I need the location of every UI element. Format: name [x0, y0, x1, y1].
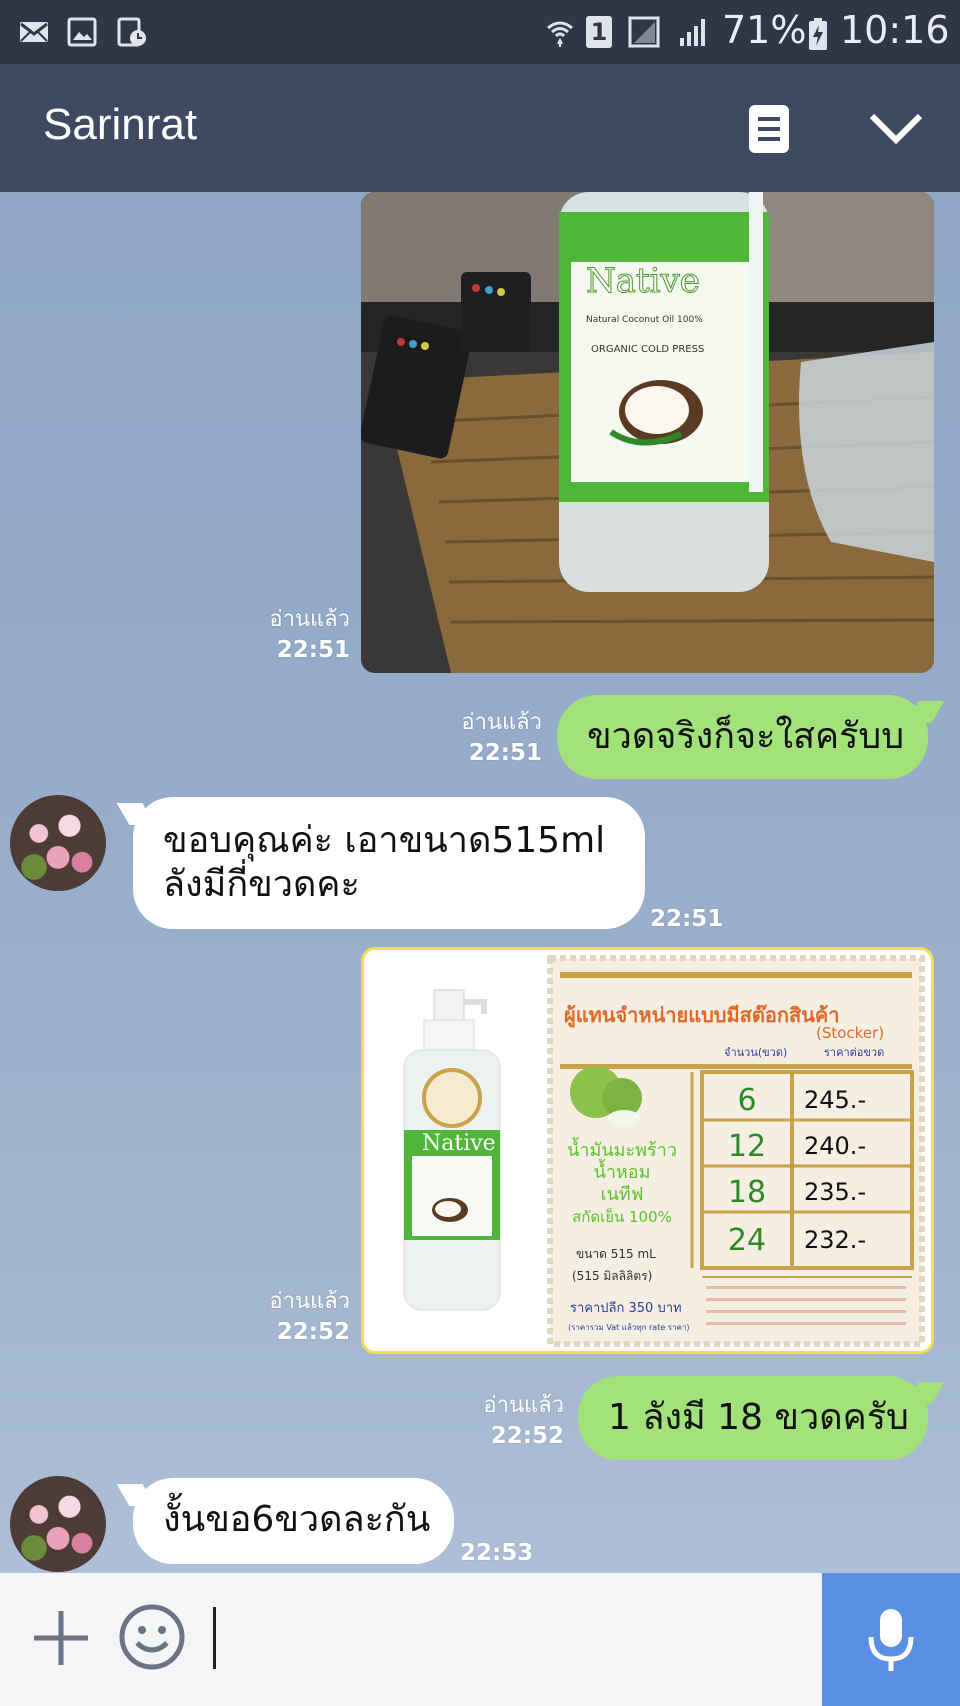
- status-bar: 1 71% 10:16: [0, 0, 960, 64]
- battery-charging-icon: [809, 18, 827, 50]
- message-text-line2: ลังมีกี่ขวดคะ: [163, 864, 360, 905]
- col-price-header: ราคาต่อขวด: [824, 1046, 884, 1059]
- image-message-bottle-photo[interactable]: Native Natural Coconut Oil 100% ORGANIC …: [361, 192, 934, 673]
- bottle-brand: Native: [586, 261, 700, 301]
- screenshot-clock-icon: [117, 17, 146, 47]
- read-status: อ่านแล้ว: [269, 607, 350, 632]
- battery-percent: 71%: [722, 8, 807, 52]
- plus-icon[interactable]: [30, 1607, 92, 1669]
- avatar[interactable]: [10, 795, 106, 891]
- outgoing-message-bubble[interactable]: 1 ลังมี 18 ขวดครับ: [578, 1376, 928, 1460]
- message-time: 22:53: [460, 1540, 534, 1566]
- message-meta: 22:53: [460, 1538, 534, 1569]
- message-time: 22:51: [650, 906, 724, 932]
- emoji-icon[interactable]: [118, 1603, 186, 1671]
- outgoing-message-bubble[interactable]: ขวดจริงก็จะใสครับบ: [557, 695, 928, 779]
- clock: 10:16: [840, 8, 950, 52]
- size-line2: (515 มิลลิลิตร): [572, 1269, 652, 1283]
- message-meta: อ่านแล้ว 22:51: [442, 707, 542, 769]
- message-text: ขวดจริงก็จะใสครับบ: [587, 716, 905, 757]
- bottle-photo: Native Natural Coconut Oil 100% ORGANIC …: [361, 192, 934, 673]
- message-input-bar: [0, 1573, 960, 1706]
- mail-icon: [20, 22, 48, 42]
- price-240: 240.-: [804, 1132, 866, 1160]
- qty-24: 24: [728, 1223, 766, 1258]
- chevron-down-icon[interactable]: [868, 108, 924, 148]
- chat-header: Sarinrat: [0, 64, 960, 192]
- qty-18: 18: [728, 1175, 766, 1210]
- message-input[interactable]: [213, 1607, 216, 1669]
- message-time: 22:51: [468, 740, 542, 766]
- qty-6: 6: [737, 1083, 756, 1118]
- incoming-message-bubble[interactable]: งั้นขอ6ขวดละกัน: [133, 1478, 454, 1564]
- no-signal-icon: [628, 16, 660, 48]
- retail-price: ราคาปลีก 350 บาท: [570, 1300, 682, 1316]
- price-subheading: (Stocker): [816, 1024, 884, 1042]
- avatar[interactable]: [10, 1476, 106, 1572]
- image-message-price-list[interactable]: Native ผู้แทนจำหน่ายแบบมีสต๊อกสินค้า (St…: [361, 947, 934, 1354]
- voice-button[interactable]: [822, 1573, 960, 1706]
- gallery-icon: [67, 17, 97, 47]
- note-icon[interactable]: [748, 104, 790, 154]
- bottle-label-line1: Natural Coconut Oil 100%: [586, 315, 703, 325]
- bottle-label-line2: ORGANIC COLD PRESS: [591, 344, 704, 355]
- sim-badge: 1: [586, 16, 612, 48]
- price-235: 235.-: [804, 1178, 866, 1206]
- bottle-brand: Native: [422, 1131, 496, 1156]
- price-232: 232.-: [804, 1226, 866, 1254]
- message-time: 22:52: [276, 1319, 350, 1345]
- product-line2: น้ำหอม: [594, 1159, 651, 1183]
- message-time: 22:52: [490, 1423, 564, 1449]
- size-line1: ขนาด 515 mL: [576, 1247, 656, 1261]
- read-status: อ่านแล้ว: [461, 710, 542, 735]
- product-line3: เนทีฟ: [600, 1184, 643, 1205]
- message-meta: 22:51: [650, 904, 724, 935]
- message-meta: อ่านแล้ว 22:52: [248, 1286, 350, 1348]
- message-text: งั้นขอ6ขวดละกัน: [163, 1499, 431, 1540]
- read-status: อ่านแล้ว: [269, 1289, 350, 1314]
- price-list-image: Native ผู้แทนจำหน่ายแบบมีสต๊อกสินค้า (St…: [364, 950, 931, 1351]
- product-line1: น้ำมันมะพร้าว: [567, 1137, 677, 1161]
- retail-note: (ราคารวม Vat แล้วทุก rate ราคา): [568, 1323, 690, 1332]
- price-heading: ผู้แทนจำหน่ายแบบมีสต๊อกสินค้า: [564, 1003, 840, 1029]
- message-text: 1 ลังมี 18 ขวดครับ: [608, 1397, 909, 1438]
- message-time: 22:51: [276, 637, 350, 663]
- product-line4: สกัดเย็น 100%: [572, 1207, 672, 1226]
- contact-name[interactable]: Sarinrat: [43, 100, 197, 150]
- microphone-icon: [868, 1609, 914, 1671]
- price-245: 245.-: [804, 1086, 866, 1114]
- col-qty-header: จำนวน(ขวด): [724, 1046, 787, 1059]
- qty-12: 12: [728, 1129, 766, 1164]
- message-text-line1: ขอบคุณค่ะ เอาขนาด515ml: [163, 820, 606, 861]
- wifi-icon: [547, 21, 573, 47]
- message-meta: อ่านแล้ว 22:51: [248, 604, 350, 666]
- incoming-message-bubble[interactable]: ขอบคุณค่ะ เอาขนาด515ml ลังมีกี่ขวดคะ: [133, 797, 645, 929]
- message-meta: อ่านแล้ว 22:52: [462, 1390, 564, 1452]
- signal-icon: [680, 19, 705, 46]
- read-status: อ่านแล้ว: [483, 1393, 564, 1418]
